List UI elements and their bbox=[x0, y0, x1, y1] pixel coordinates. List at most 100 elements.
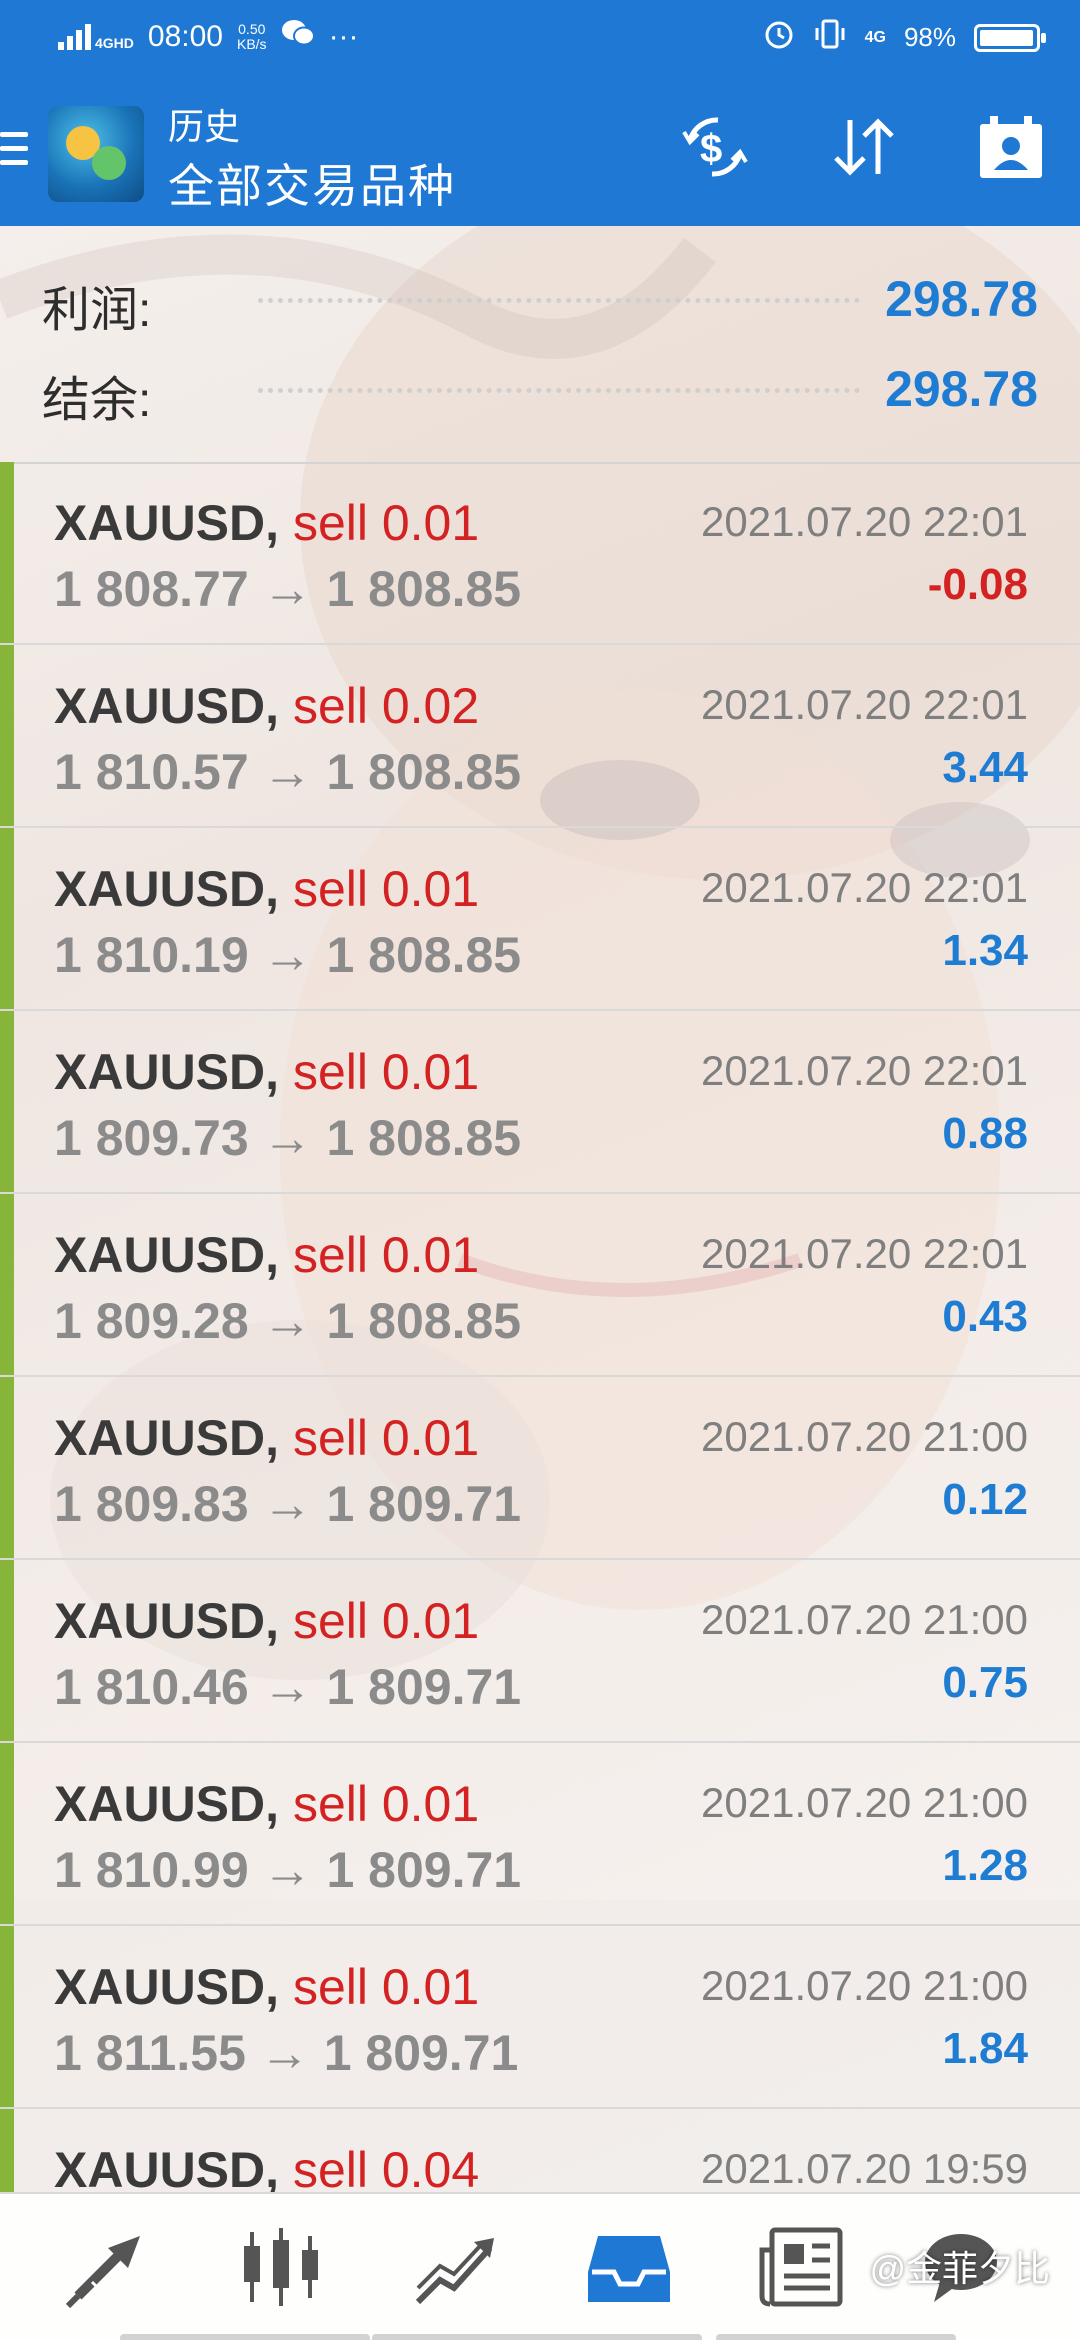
trade-time: 2021.07.20 22:01 bbox=[701, 498, 1028, 545]
trade-arrow: → bbox=[262, 1659, 313, 1715]
trade-row[interactable]: XAUUSD, sell 0.01 1 809.28 → 1 808.85 20… bbox=[0, 1194, 1080, 1377]
sort-icon[interactable] bbox=[826, 110, 900, 184]
trade-open-price: 1 810.46 bbox=[54, 1659, 249, 1715]
balance-label: 结余: bbox=[42, 374, 152, 427]
trade-time: 2021.07.20 22:01 bbox=[701, 864, 1028, 911]
trade-profit: 1.28 bbox=[942, 1841, 1028, 1890]
trade-status-bar bbox=[0, 1194, 14, 1375]
trade-symbol: XAUUSD, bbox=[54, 1776, 280, 1832]
trade-prices: 1 810.19 → 1 808.85 bbox=[54, 926, 521, 984]
nav-indicator bbox=[716, 2334, 956, 2340]
dotted-leader bbox=[258, 298, 860, 303]
trade-title: XAUUSD, sell 0.01 bbox=[54, 1226, 479, 1284]
trade-row[interactable]: XAUUSD, sell 0.04 2021.07.20 19:59 bbox=[0, 2109, 1080, 2192]
trade-status-bar bbox=[0, 1926, 14, 2107]
trade-time: 2021.07.20 21:00 bbox=[701, 1962, 1028, 2009]
trade-close-price: 1 808.85 bbox=[326, 1293, 522, 1349]
candlestick-icon[interactable] bbox=[236, 2222, 326, 2312]
nav-indicator bbox=[372, 2334, 702, 2340]
trade-history-list[interactable]: XAUUSD, sell 0.01 1 808.77 → 1 808.85 20… bbox=[0, 462, 1080, 2192]
trade-open-price: 1 810.19 bbox=[54, 927, 249, 983]
trade-title: XAUUSD, sell 0.02 bbox=[54, 677, 479, 735]
trade-status-bar bbox=[0, 462, 14, 643]
trade-row[interactable]: XAUUSD, sell 0.01 1 810.99 → 1 809.71 20… bbox=[0, 1743, 1080, 1926]
trade-open-price: 1 808.77 bbox=[54, 561, 249, 617]
menu-icon[interactable] bbox=[0, 132, 28, 168]
trade-title: XAUUSD, sell 0.01 bbox=[54, 494, 479, 552]
trade-row[interactable]: XAUUSD, sell 0.01 1 808.77 → 1 808.85 20… bbox=[0, 462, 1080, 645]
chart-trend-icon[interactable] bbox=[410, 2222, 500, 2312]
trade-arrows-icon[interactable] bbox=[64, 2222, 154, 2312]
app-logo[interactable] bbox=[48, 106, 144, 202]
trade-type: sell 0.01 bbox=[292, 1044, 480, 1100]
trade-open-price: 1 810.57 bbox=[54, 744, 249, 800]
trade-close-price: 1 808.85 bbox=[326, 561, 522, 617]
calendar-contact-icon[interactable] bbox=[974, 110, 1048, 184]
trade-row[interactable]: XAUUSD, sell 0.01 1 811.55 → 1 809.71 20… bbox=[0, 1926, 1080, 2109]
trade-time: 2021.07.20 22:01 bbox=[701, 1047, 1028, 1094]
trade-prices: 1 809.73 → 1 808.85 bbox=[54, 1109, 521, 1167]
trade-type: sell 0.01 bbox=[292, 1410, 480, 1466]
trade-time: 2021.07.20 22:01 bbox=[701, 1230, 1028, 1277]
profit-row: 利润: 298.78 bbox=[0, 258, 1080, 338]
speed-unit: KB/s bbox=[236, 36, 267, 52]
trade-title: XAUUSD, sell 0.01 bbox=[54, 1775, 479, 1833]
trade-symbol: XAUUSD, bbox=[54, 1410, 280, 1466]
history-inbox-icon[interactable] bbox=[584, 2222, 674, 2312]
trade-symbol: XAUUSD, bbox=[54, 678, 280, 734]
trade-open-price: 1 809.28 bbox=[54, 1293, 249, 1349]
trade-time: 2021.07.20 21:00 bbox=[701, 1596, 1028, 1643]
trade-prices: 1 809.83 → 1 809.71 bbox=[54, 1475, 521, 1533]
wechat-icon bbox=[281, 18, 315, 56]
trade-profit: 0.75 bbox=[942, 1658, 1028, 1707]
trade-close-price: 1 808.85 bbox=[326, 1110, 522, 1166]
speed-value: 0.50 bbox=[238, 21, 266, 37]
trade-close-price: 1 808.85 bbox=[326, 744, 522, 800]
trade-row[interactable]: XAUUSD, sell 0.02 1 810.57 → 1 808.85 20… bbox=[0, 645, 1080, 828]
trade-arrow: → bbox=[262, 1476, 313, 1532]
trade-time: 2021.07.20 21:00 bbox=[701, 1413, 1028, 1460]
trade-type: sell 0.01 bbox=[292, 1959, 480, 2015]
trade-status-bar bbox=[0, 1377, 14, 1558]
trade-arrow: → bbox=[259, 2025, 310, 2081]
signal-icon bbox=[58, 24, 91, 50]
trade-arrow: → bbox=[262, 1842, 313, 1898]
network-speed: 0.50 KB/s bbox=[237, 22, 267, 52]
trade-status-bar bbox=[0, 1011, 14, 1192]
trade-type: sell 0.01 bbox=[292, 1776, 480, 1832]
trade-profit: -0.08 bbox=[927, 560, 1028, 609]
trade-profit: 0.88 bbox=[942, 1109, 1028, 1158]
trade-symbol: XAUUSD, bbox=[54, 1959, 280, 2015]
status-bar: 4GHD 08:00 0.50 KB/s ··· 4G 98% bbox=[0, 0, 1080, 80]
trade-open-price: 1 810.99 bbox=[54, 1842, 249, 1898]
trade-title: XAUUSD, sell 0.01 bbox=[54, 1043, 479, 1101]
trade-type: sell 0.01 bbox=[292, 861, 480, 917]
network-type: 4GHD bbox=[95, 35, 134, 51]
trade-close-price: 1 809.71 bbox=[326, 1842, 522, 1898]
trade-title: XAUUSD, sell 0.01 bbox=[54, 1958, 479, 2016]
trade-status-bar bbox=[0, 1743, 14, 1924]
trade-symbol: XAUUSD, bbox=[54, 861, 280, 917]
news-icon[interactable] bbox=[758, 2222, 848, 2312]
nav-indicator bbox=[120, 2334, 370, 2340]
trade-symbol: XAUUSD, bbox=[54, 2142, 280, 2192]
trade-type: sell 0.01 bbox=[292, 1593, 480, 1649]
trade-time: 2021.07.20 22:01 bbox=[701, 681, 1028, 728]
trade-time: 2021.07.20 19:59 bbox=[701, 2145, 1028, 2192]
currency-exchange-icon[interactable]: $ bbox=[678, 110, 752, 184]
profit-value: 298.78 bbox=[885, 271, 1038, 327]
trade-row[interactable]: XAUUSD, sell 0.01 1 809.73 → 1 808.85 20… bbox=[0, 1011, 1080, 1194]
balance-value: 298.78 bbox=[885, 361, 1038, 417]
trade-row[interactable]: XAUUSD, sell 0.01 1 809.83 → 1 809.71 20… bbox=[0, 1377, 1080, 1560]
trade-row[interactable]: XAUUSD, sell 0.01 1 810.46 → 1 809.71 20… bbox=[0, 1560, 1080, 1743]
trade-symbol: XAUUSD, bbox=[54, 495, 280, 551]
alarm-icon bbox=[763, 18, 795, 57]
trade-profit: 1.84 bbox=[942, 2024, 1028, 2073]
trade-row[interactable]: XAUUSD, sell 0.01 1 810.19 → 1 808.85 20… bbox=[0, 828, 1080, 1011]
trade-title: XAUUSD, sell 0.04 bbox=[54, 2141, 479, 2192]
watermark-text: @金菲夕比 bbox=[869, 2248, 1050, 2289]
trade-status-bar bbox=[0, 828, 14, 1009]
symbol-filter[interactable]: 全部交易品种 bbox=[168, 150, 456, 216]
network-type-right: 4G bbox=[864, 28, 886, 46]
trade-profit: 1.34 bbox=[942, 926, 1028, 975]
